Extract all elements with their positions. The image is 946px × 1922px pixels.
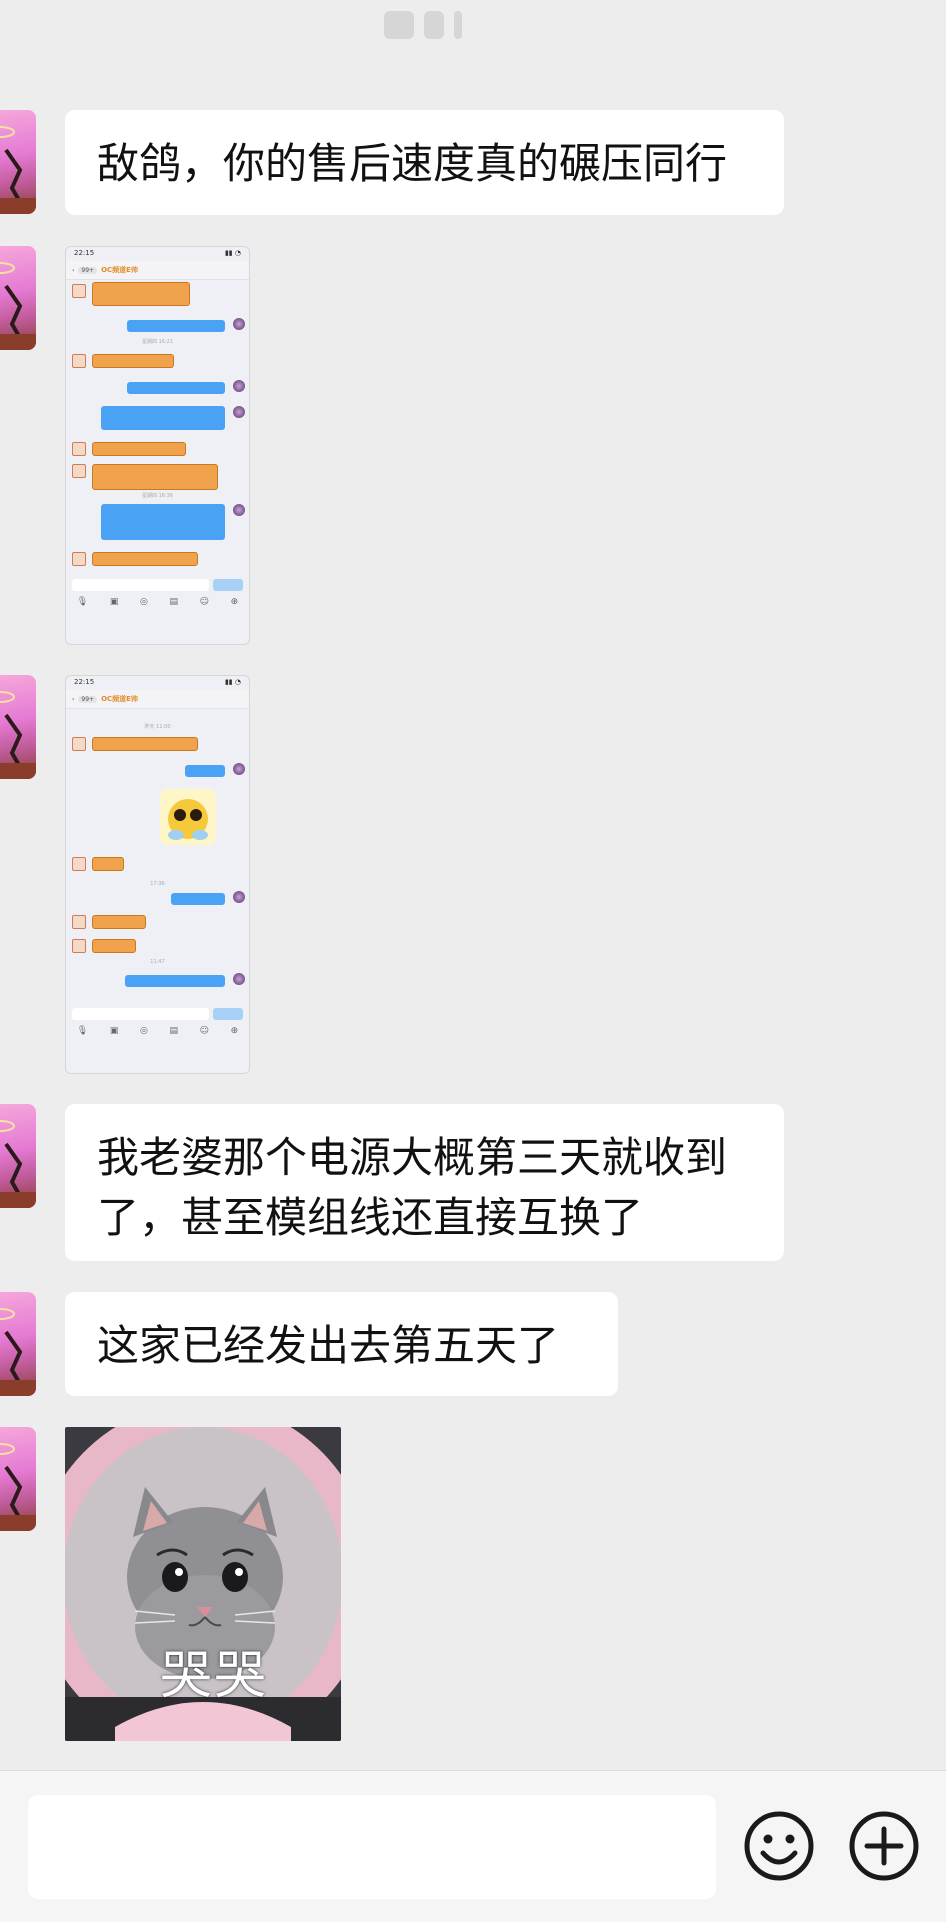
image-message-screenshot[interactable]: 22:15 ▮▮ ◔ ‹ 99+ OC频道E帅 星期四 16:21 星期四 16:… xyxy=(65,246,250,645)
message-text: 这家已经发出去第五天了 xyxy=(97,1321,560,1370)
message-text-bubble[interactable]: 这家已经发出去第五天了 xyxy=(65,1292,618,1396)
avatar-image xyxy=(0,1308,36,1396)
composer-bar xyxy=(0,1770,946,1922)
emoji-smile-icon xyxy=(744,1811,814,1881)
avatar-image xyxy=(0,691,36,779)
embedded-emoji xyxy=(160,789,216,845)
emoji-button[interactable] xyxy=(742,1809,816,1883)
avatar-image xyxy=(0,262,36,350)
avatar[interactable] xyxy=(0,1427,36,1531)
embedded-chat: 昨天 11:00 17:36 11:47 🎙 ▣ ◎ ▤ ☺ ⊕ xyxy=(66,709,249,1042)
avatar[interactable] xyxy=(0,110,36,214)
message-text: 敌鸽，你的售后速度真的碾压同行 xyxy=(97,139,728,188)
message-text-bubble[interactable]: 我老婆那个电源大概第三天就收到了，甚至模组线还直接互换了 xyxy=(65,1104,784,1261)
embedded-chat: 星期四 16:21 星期四 16:36 🎙 ▣ ◎ ▤ ☺ ⊕ xyxy=(66,280,249,613)
avatar[interactable] xyxy=(0,675,36,779)
chat-area[interactable]: 敌鸽，你的售后速度真的碾压同行 22:15 ▮▮ ◔ ‹ 99+ OC频道E帅 星… xyxy=(0,0,946,1770)
avatar[interactable] xyxy=(0,246,36,350)
plus-circle-icon xyxy=(849,1811,919,1881)
avatar-image xyxy=(0,126,36,214)
sticker-caption: 哭哭 xyxy=(160,1646,269,1706)
status-bar: 22:15 ▮▮ ◔ xyxy=(74,249,241,257)
message-input[interactable] xyxy=(28,1795,716,1899)
avatar[interactable] xyxy=(0,1104,36,1208)
status-bar: 22:15 ▮▮ ◔ xyxy=(74,678,241,686)
avatar-image xyxy=(0,1120,36,1208)
image-message-screenshot[interactable]: 22:15 ▮▮ ◔ ‹ 99+ OC频道E帅 昨天 11:00 17:36 1… xyxy=(65,675,250,1074)
message-text: 我老婆那个电源大概第三天就收到了，甚至模组线还直接互换了 xyxy=(97,1133,728,1242)
chat-header: ‹ 99+ OC频道E帅 xyxy=(66,261,249,280)
back-icon: ‹ xyxy=(72,266,75,274)
more-plus-button[interactable] xyxy=(847,1809,921,1883)
message-text-bubble[interactable]: 敌鸽，你的售后速度真的碾压同行 xyxy=(65,110,784,215)
avatar[interactable] xyxy=(0,1292,36,1396)
avatar-image xyxy=(0,1443,36,1531)
chat-header: ‹ 99+ OC频道E帅 xyxy=(66,690,249,709)
pull-indicator xyxy=(384,10,462,40)
back-icon: ‹ xyxy=(72,695,75,703)
